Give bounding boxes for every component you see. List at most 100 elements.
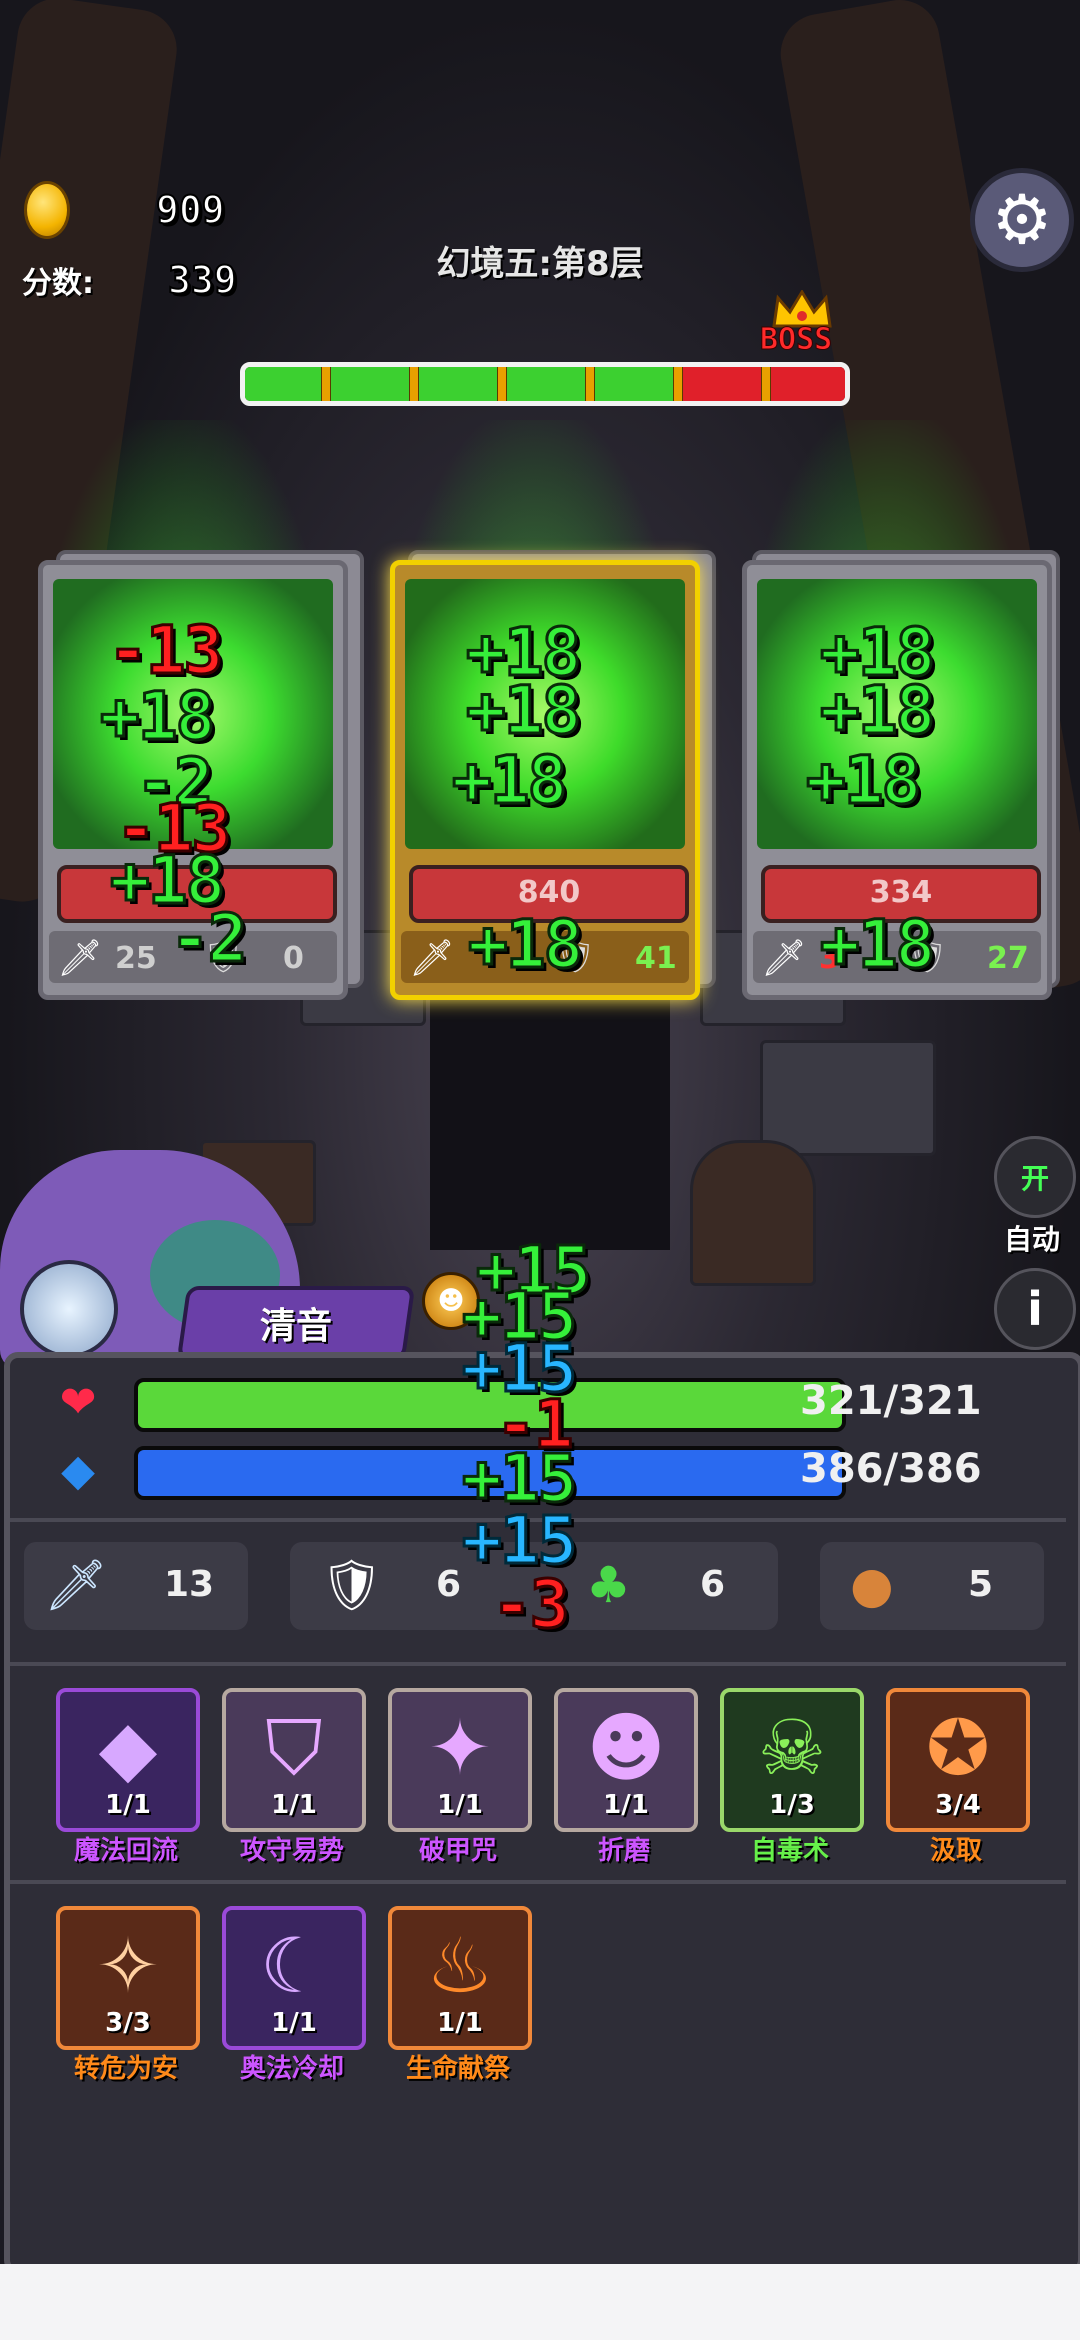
- arcane-moon-icon: ☾: [259, 1921, 329, 2010]
- skill-label: 奥法冷却: [239, 2054, 344, 2084]
- treasure-chest: [690, 1140, 816, 1286]
- torment-icon: ☻: [586, 1703, 666, 1792]
- skill-label: 自毒术: [750, 1836, 829, 1866]
- skill-mana-backflow[interactable]: ◆ 1/1 魔法回流: [56, 1688, 200, 1868]
- skill-count: 1/1: [271, 2008, 317, 2038]
- clover-icon: ♣: [586, 1556, 631, 1614]
- mana-icon: ◆: [61, 1444, 95, 1496]
- sword-icon: 🗡: [44, 1556, 108, 1614]
- progress-tick: [761, 367, 771, 401]
- luck-value: 6: [700, 1564, 726, 1605]
- enemy-attack: 25: [115, 941, 157, 976]
- sword-icon: 🗡: [57, 938, 103, 979]
- stone-wall: [760, 1040, 936, 1156]
- skill-self-poison[interactable]: ☠ 1/3 自毒术: [720, 1688, 864, 1868]
- skill-armor-break[interactable]: ✦ 1/1 破甲咒: [388, 1688, 532, 1868]
- progress-tick: [585, 367, 595, 401]
- dungeon-doorway: [430, 980, 670, 1250]
- drain-icon: ✪: [926, 1703, 990, 1792]
- progress-tick: [409, 367, 419, 401]
- enemy-defense: 0: [283, 941, 304, 976]
- skill-frame: ◆ 1/1: [56, 1688, 200, 1832]
- skill-life-sacrifice[interactable]: ♨ 1/1 生命献祭: [388, 1906, 532, 2086]
- skill-label: 攻守易势: [239, 1836, 344, 1866]
- skill-drain[interactable]: ✪ 3/4 汲取: [886, 1688, 1030, 1868]
- skill-frame: ✦ 1/1: [388, 1688, 532, 1832]
- skill-label: 汲取: [929, 1836, 982, 1866]
- skill-count: 3/4: [935, 1790, 981, 1820]
- skill-label: 生命献祭: [405, 2054, 510, 2084]
- auto-label: 自动: [1003, 1223, 1060, 1256]
- enemy-defense: 41: [635, 941, 677, 976]
- skill-frame: ☻ 1/1: [554, 1688, 698, 1832]
- boss-label: BOSS: [759, 322, 833, 358]
- skill-count: 1/1: [437, 1790, 483, 1820]
- progress-tick: [497, 367, 507, 401]
- skill-label: 折磨: [597, 1836, 650, 1866]
- sword-icon: 🗡: [761, 938, 807, 979]
- info-button[interactable]: i: [994, 1268, 1076, 1350]
- skill-arcane-cooldown[interactable]: ☾ 1/1 奥法冷却: [222, 1906, 366, 2086]
- heal-number: +18: [818, 671, 936, 751]
- skill-turn-danger-safe[interactable]: ✧ 3/3 转危为安: [56, 1906, 200, 2086]
- skill-label: 转危为安: [73, 2054, 178, 2084]
- info-icon: i: [1027, 1282, 1043, 1336]
- sword-icon: 🗡: [409, 938, 455, 979]
- money-bag-icon: ●: [850, 1556, 894, 1614]
- gold-counter: 909: [24, 180, 226, 240]
- heal-number: +18: [818, 905, 936, 985]
- shield-swap-icon: ⛉: [265, 1703, 323, 1792]
- skill-count: 1/1: [603, 1790, 649, 1820]
- skill-frame: ✪ 3/4: [886, 1688, 1030, 1832]
- skill-count: 1/1: [105, 1790, 151, 1820]
- attack-value: 13: [164, 1564, 215, 1605]
- damage-number: -3: [490, 1565, 571, 1645]
- shield-icon: 🛡: [320, 1556, 384, 1614]
- system-nav-area: [0, 2264, 1080, 2340]
- skill-count: 1/3: [769, 1790, 815, 1820]
- heal-number: +18: [466, 905, 584, 985]
- mp-value: 386/386: [800, 1446, 982, 1492]
- gold-coin-icon: [24, 181, 70, 239]
- level-title: 幻境五:第8层: [436, 244, 644, 284]
- player-name-tag: 清音: [176, 1286, 416, 1360]
- hp-value: 321/321: [800, 1378, 982, 1424]
- enemy-defense: 27: [987, 941, 1029, 976]
- poison-skull-icon: ☠: [757, 1703, 827, 1792]
- skill-frame: ☠ 1/3: [720, 1688, 864, 1832]
- heal-number: +18: [464, 671, 582, 751]
- heal-number: +18: [450, 741, 568, 821]
- crystal-icon: ◆: [98, 1703, 158, 1792]
- auto-toggle-button[interactable]: 开: [994, 1136, 1076, 1218]
- divider: [10, 1880, 1066, 1884]
- skill-frame: ☾ 1/1: [222, 1906, 366, 2050]
- mp-row: ◆: [50, 1442, 106, 1498]
- level-progress-bar: [240, 362, 850, 406]
- progress-tick: [321, 367, 331, 401]
- skill-frame: ♨ 1/1: [388, 1906, 532, 2050]
- hp-row: ❤: [50, 1374, 106, 1430]
- gold-value: 909: [155, 187, 226, 233]
- skill-label: 魔法回流: [73, 1836, 178, 1866]
- fire-sacrifice-icon: ♨: [425, 1921, 495, 2010]
- progress-cleared: [245, 367, 677, 401]
- divider: [10, 1662, 1066, 1666]
- bag-stat: ● 5: [820, 1542, 1044, 1630]
- bag-value: 5: [968, 1564, 994, 1605]
- armor-break-icon: ✦: [428, 1703, 492, 1792]
- skill-frame: ✧ 3/3: [56, 1906, 200, 2050]
- heart-icon: ❤: [59, 1376, 97, 1428]
- skill-frame: ⛉ 1/1: [222, 1688, 366, 1832]
- heal-number: +18: [804, 741, 922, 821]
- attack-stat: 🗡 13: [24, 1542, 248, 1630]
- skill-count: 3/3: [105, 2008, 151, 2038]
- player-name: 清音: [259, 1306, 332, 1347]
- skill-label: 破甲咒: [418, 1836, 497, 1866]
- defense-value: 6: [436, 1564, 462, 1605]
- hero-orb: [20, 1260, 118, 1358]
- skill-offense-defense-swap[interactable]: ⛉ 1/1 攻守易势: [222, 1688, 366, 1868]
- auto-state: 开: [1020, 1162, 1049, 1195]
- sparkle-slash-icon: ✧: [96, 1921, 160, 2010]
- damage-number: -2: [168, 899, 249, 979]
- skill-torment[interactable]: ☻ 1/1 折磨: [554, 1688, 698, 1868]
